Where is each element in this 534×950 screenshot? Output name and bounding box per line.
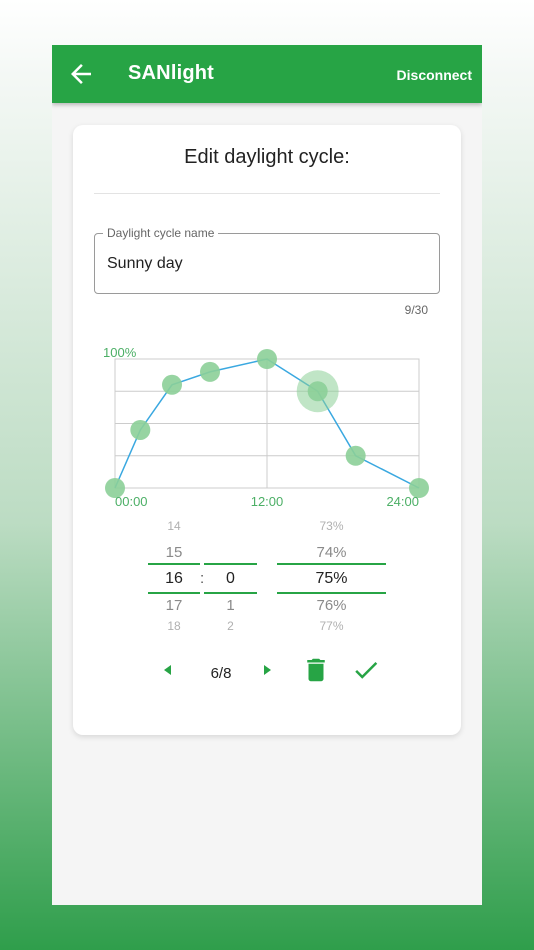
disconnect-button[interactable]: Disconnect [397,67,472,83]
card-title: Edit daylight cycle: [184,146,350,168]
minute-option[interactable]: 1 [204,597,257,614]
minute-selection-top-line [204,563,257,565]
app-window: SANlight Disconnect Edit daylight cycle:… [52,45,482,905]
data-point[interactable] [345,445,366,466]
x-tick-label: 24:00 [386,494,419,509]
percent-option[interactable]: 76% [277,597,386,614]
delete-point-button[interactable] [301,655,331,685]
caret-left-icon [164,665,171,675]
minute-selection-bottom-line [204,592,257,594]
check-icon [355,661,378,679]
hour-option[interactable]: 18 [148,619,200,633]
percent-selection-top-line [277,563,386,565]
hour-option[interactable]: 17 [148,597,200,614]
minute-option[interactable]: 2 [204,619,257,633]
app-title: SANlight [128,62,215,84]
data-point[interactable] [307,381,328,402]
data-point[interactable] [257,349,277,369]
caret-right-icon [264,665,271,675]
percent-option[interactable]: 73% [277,519,386,533]
hour-selected[interactable]: 16 [148,570,200,588]
minute-selected[interactable]: 0 [204,570,257,588]
app-bar: SANlight Disconnect [52,45,482,103]
cycle-name-field[interactable]: Daylight cycle name Sunny day [94,226,440,294]
divider [94,193,440,194]
x-tick-label: 12:00 [251,494,284,509]
trash-icon [307,658,325,682]
daylight-chart[interactable]: 100% 00:00 12:00 24:00 [103,338,443,513]
data-point[interactable] [200,361,220,382]
data-point[interactable] [130,419,151,440]
back-button[interactable] [66,59,96,89]
arrow-left-icon [71,64,91,84]
percent-selection-bottom-line [277,592,386,594]
percent-option[interactable]: 77% [277,619,386,633]
previous-point-button[interactable] [153,655,183,685]
hour-selection-top-line [148,563,200,565]
hour-option[interactable]: 15 [148,544,200,561]
cycle-name-input[interactable]: Sunny day [107,255,183,273]
edit-cycle-card: Edit daylight cycle: Daylight cycle name… [73,125,461,735]
next-point-button[interactable] [252,655,282,685]
percent-option[interactable]: 74% [277,544,386,561]
hour-option[interactable]: 14 [148,519,200,533]
percent-picker[interactable]: 73% 74% 75% 76% 77% [277,515,386,637]
point-navigation: 6/8 [73,643,461,703]
data-point[interactable] [162,374,182,395]
confirm-button[interactable] [351,655,381,685]
minute-picker[interactable]: 0 1 2 [204,515,257,637]
percent-selected[interactable]: 75% [277,570,386,588]
x-tick-label: 00:00 [115,494,148,509]
character-counter: 9/30 [404,303,428,317]
cycle-name-label: Daylight cycle name [103,226,219,240]
hour-selection-bottom-line [148,592,200,594]
point-index: 6/8 [210,665,232,682]
hour-picker[interactable]: 14 15 16 17 18 [148,515,200,637]
y-axis-label: 100% [103,345,137,360]
